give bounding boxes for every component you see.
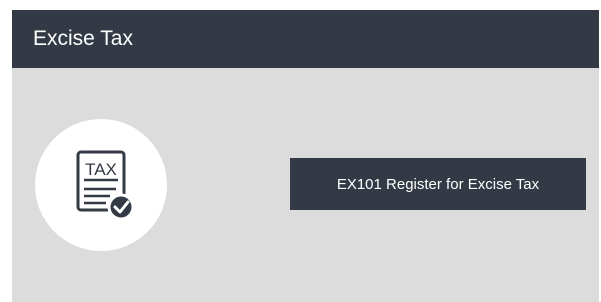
tax-document-check-icon: TAX: [76, 150, 135, 221]
card-title: Excise Tax: [33, 27, 133, 50]
tax-icon-label: TAX: [85, 160, 117, 179]
tax-icon-badge: TAX: [35, 119, 167, 251]
card-header: Excise Tax: [12, 10, 599, 68]
check-badge-icon: [107, 193, 135, 221]
excise-tax-card: Excise Tax TAX EX101 Register for Excise…: [12, 10, 599, 302]
register-excise-tax-button[interactable]: EX101 Register for Excise Tax: [290, 158, 586, 210]
